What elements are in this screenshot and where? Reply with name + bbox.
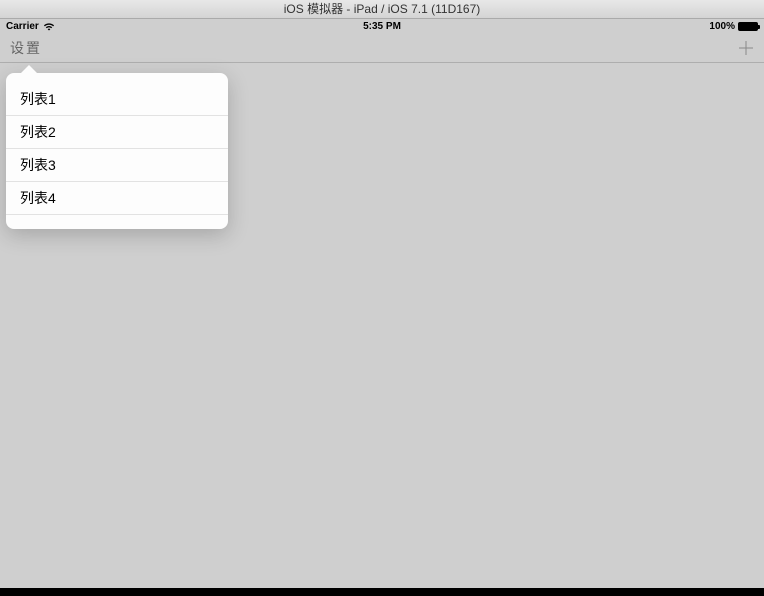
status-left: Carrier — [6, 21, 55, 32]
battery-icon — [738, 22, 758, 31]
simulator-titlebar: iOS 模拟器 - iPad / iOS 7.1 (11D167) — [0, 0, 764, 19]
status-bar: Carrier 5:35 PM 100% — [0, 19, 764, 33]
content-area: 列表1 列表2 列表3 列表4 — [0, 63, 764, 592]
wifi-icon — [43, 22, 55, 31]
list-item[interactable]: 列表2 — [6, 116, 228, 149]
list-item[interactable]: 列表4 — [6, 182, 228, 215]
bottom-border — [0, 588, 764, 592]
plus-icon — [738, 40, 754, 56]
status-right: 100% — [709, 21, 758, 32]
add-button[interactable] — [738, 40, 754, 56]
carrier-label: Carrier — [6, 21, 39, 32]
simulator-title: iOS 模拟器 - iPad / iOS 7.1 (11D167) — [284, 2, 481, 16]
popover: 列表1 列表2 列表3 列表4 — [6, 73, 228, 229]
simulator-screen: Carrier 5:35 PM 100% 设置 列表1 — [0, 19, 764, 592]
status-time: 5:35 PM — [363, 21, 401, 32]
battery-percent: 100% — [709, 21, 735, 32]
list-item[interactable]: 列表3 — [6, 149, 228, 182]
navigation-bar: 设置 — [0, 33, 764, 63]
settings-button[interactable]: 设置 — [10, 38, 42, 58]
list-item[interactable]: 列表1 — [6, 83, 228, 116]
